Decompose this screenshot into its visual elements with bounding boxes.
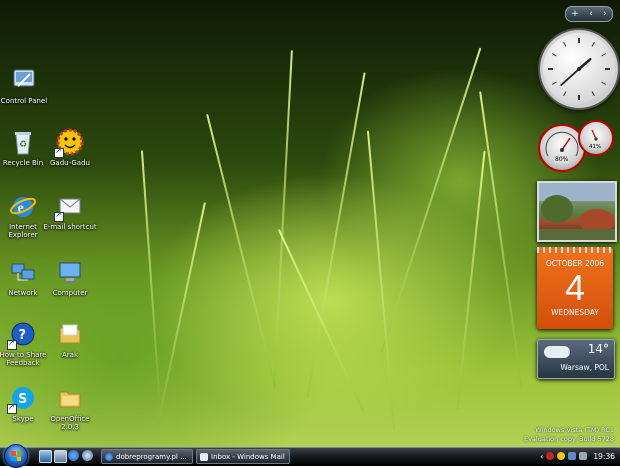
windows-logo-icon xyxy=(11,451,21,461)
folder-icon xyxy=(56,384,84,412)
clock-center xyxy=(577,67,581,71)
shortcut-arrow-icon xyxy=(54,146,64,158)
calendar-weekday: WEDNESDAY xyxy=(551,308,599,317)
skype-icon: S xyxy=(7,384,37,414)
switch-windows-icon[interactable] xyxy=(54,450,67,463)
icon-label: Arak xyxy=(61,351,78,359)
clock-tick xyxy=(591,91,595,97)
next-gadgets-button[interactable]: › xyxy=(603,9,607,19)
clock-tick xyxy=(591,41,595,47)
desktop-icon-arak[interactable]: Arak xyxy=(41,320,99,359)
internet-explorer-icon: e xyxy=(9,192,37,220)
shortcut-arrow-icon xyxy=(54,210,64,222)
icon-label: Gadu-Gadu xyxy=(50,159,90,167)
clock-tick xyxy=(601,53,607,57)
network-tray-icon[interactable] xyxy=(568,452,577,460)
computer-icon xyxy=(56,258,84,286)
notification-area: ‹ 19:36 xyxy=(532,448,620,464)
taskbar-button-label: dobreprogramy.pl ... xyxy=(116,452,187,461)
icon-label: Control Panel xyxy=(0,97,48,105)
taskbar-clock[interactable]: 19:36 xyxy=(593,452,615,461)
icon-label: E-mail shortcut xyxy=(43,223,97,231)
weather-gadget[interactable]: 14° Warsaw, POL xyxy=(537,339,615,379)
clock-tick xyxy=(563,91,567,97)
cpu-percent: 80% xyxy=(554,156,570,163)
recycle-bin-icon: ♻ xyxy=(9,128,37,156)
desktop-icon-gadu-gadu[interactable]: Gadu-Gadu xyxy=(41,128,99,167)
add-gadget-button[interactable]: + xyxy=(571,9,579,19)
taskbar xyxy=(0,447,620,466)
weather-city: Warsaw, POL xyxy=(560,363,609,372)
gadu-gadu-tray-icon[interactable] xyxy=(557,452,566,460)
control-panel-icon xyxy=(10,66,38,94)
internet-explorer-icon xyxy=(105,452,113,461)
clock-tick xyxy=(601,81,607,85)
gadu-gadu-icon xyxy=(54,128,84,158)
clock-tick xyxy=(551,53,557,57)
cpu-meter-gadget[interactable]: 80% 41% xyxy=(538,120,614,174)
memory-gauge: 41% xyxy=(578,120,614,156)
slideshow-photo xyxy=(539,183,615,240)
taskbar-button-browser[interactable]: dobreprogramy.pl ... xyxy=(101,449,193,464)
memory-percent: 41% xyxy=(589,144,602,150)
desktop-icon-openoffice[interactable]: OpenOffice 2.0.3 xyxy=(41,384,99,431)
slideshow-gadget[interactable] xyxy=(537,181,617,242)
cloud-icon xyxy=(544,346,570,358)
desktop-icon-email-shortcut[interactable]: E-mail shortcut xyxy=(41,192,99,231)
internet-explorer-quicklaunch-icon[interactable] xyxy=(68,450,79,461)
media-player-quicklaunch-icon[interactable] xyxy=(82,450,93,461)
network-icon xyxy=(9,258,37,286)
clock-face xyxy=(548,38,610,100)
clock-hour-hand xyxy=(577,57,592,71)
watermark-line-1: Windows Vista (TM) RC1 xyxy=(535,426,614,434)
clock-minute-hand xyxy=(560,68,580,86)
shortcut-arrow-icon xyxy=(7,338,17,350)
taskbar-button-label: Inbox - Windows Mail xyxy=(211,452,285,461)
email-icon xyxy=(54,192,84,222)
icon-label: OpenOffice 2.0.3 xyxy=(50,415,90,431)
svg-text:?: ? xyxy=(19,328,27,343)
volume-icon[interactable] xyxy=(579,452,588,460)
help-icon: ? xyxy=(7,320,37,350)
calendar-day: 4 xyxy=(564,267,586,308)
svg-text:S: S xyxy=(18,392,27,407)
weather-temperature: 14° xyxy=(587,342,609,356)
previous-gadgets-button[interactable]: ‹ xyxy=(589,9,593,19)
clock-tick xyxy=(551,81,557,85)
start-button[interactable] xyxy=(4,444,28,468)
calendar-gadget[interactable]: OCTOBER 2006 4 WEDNESDAY xyxy=(537,247,613,329)
folder-icon xyxy=(56,320,84,348)
icon-label: Computer xyxy=(52,289,88,297)
clock-gadget[interactable] xyxy=(540,30,618,108)
tray-expand-icon[interactable]: ‹ xyxy=(540,452,543,461)
security-shield-icon[interactable] xyxy=(546,452,555,460)
sidebar-controls: + ‹ › xyxy=(565,6,613,22)
mail-icon xyxy=(200,452,208,461)
taskbar-button-mail[interactable]: Inbox - Windows Mail xyxy=(196,449,290,464)
build-watermark: Windows Vista (TM) RC1 Evaluation copy. … xyxy=(524,426,614,444)
show-desktop-icon[interactable] xyxy=(39,450,52,463)
clock-tick xyxy=(563,41,567,47)
desktop-icon-computer[interactable]: Computer xyxy=(41,258,99,297)
shortcut-arrow-icon xyxy=(7,402,17,414)
svg-text:♻: ♻ xyxy=(19,140,27,150)
desktop-icon-control-panel[interactable]: Control Panel xyxy=(0,66,53,105)
watermark-line-2: Evaluation copy. Build 5728 xyxy=(523,435,614,443)
calendar-rings xyxy=(537,247,613,253)
